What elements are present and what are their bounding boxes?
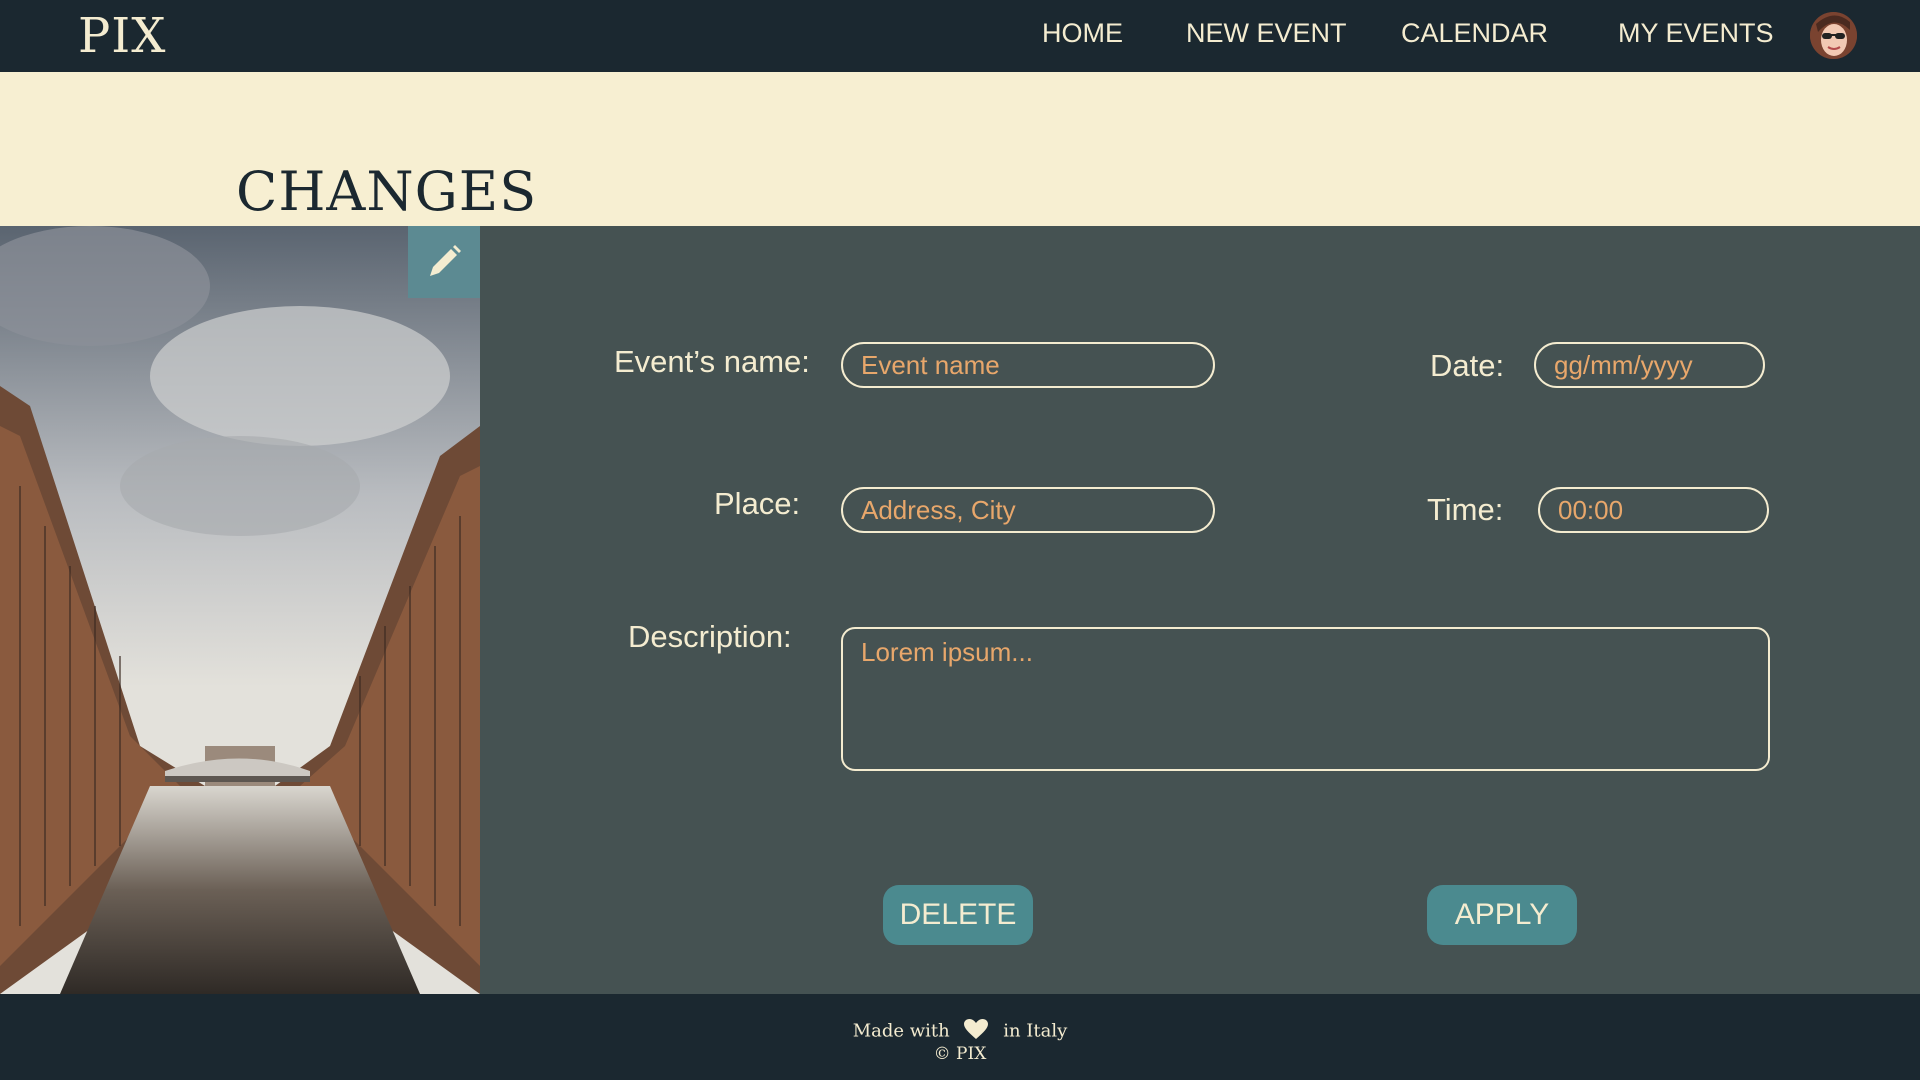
page-title: CHANGES <box>236 160 538 223</box>
nav-my-events-link[interactable]: MY EVENTS <box>1618 18 1774 49</box>
event-name-label: Event’s name: <box>614 344 810 379</box>
description-label: Description: <box>628 619 792 654</box>
place-label: Place: <box>714 486 801 521</box>
event-form-panel: Event’s name: Date: Place: Time: Descrip… <box>480 226 1920 994</box>
footer-in-italy-text: in Italy <box>1003 1020 1068 1042</box>
date-input[interactable] <box>1534 342 1765 388</box>
footer-made-with-line: Made with in Italy <box>0 1018 1920 1045</box>
time-label: Time: <box>1427 492 1504 527</box>
event-photo <box>0 226 480 994</box>
user-avatar[interactable] <box>1810 12 1857 59</box>
top-navbar: PIX HOME NEW EVENT CALENDAR MY EVENTS <box>0 0 1920 72</box>
event-name-input[interactable] <box>841 342 1215 388</box>
edit-photo-button[interactable] <box>408 226 480 298</box>
time-input[interactable] <box>1538 487 1769 533</box>
nav-home-link[interactable]: HOME <box>1042 18 1123 49</box>
place-input[interactable] <box>841 487 1215 533</box>
footer-made-with-text: Made with <box>852 1020 950 1042</box>
nav-new-event-link[interactable]: NEW EVENT <box>1186 18 1347 49</box>
logo[interactable]: PIX <box>78 8 166 64</box>
date-label: Date: <box>1430 348 1505 383</box>
footer: Made with in Italy © PIX <box>0 994 1920 1080</box>
heart-icon <box>963 1018 989 1045</box>
page-banner: CHANGES <box>0 72 1920 226</box>
delete-button[interactable]: DELETE <box>883 885 1033 945</box>
description-textarea[interactable] <box>841 627 1770 771</box>
footer-copyright: © PIX <box>933 1044 987 1064</box>
apply-button[interactable]: APPLY <box>1427 885 1577 945</box>
pencil-icon <box>430 245 461 276</box>
nav-calendar-link[interactable]: CALENDAR <box>1401 18 1548 49</box>
